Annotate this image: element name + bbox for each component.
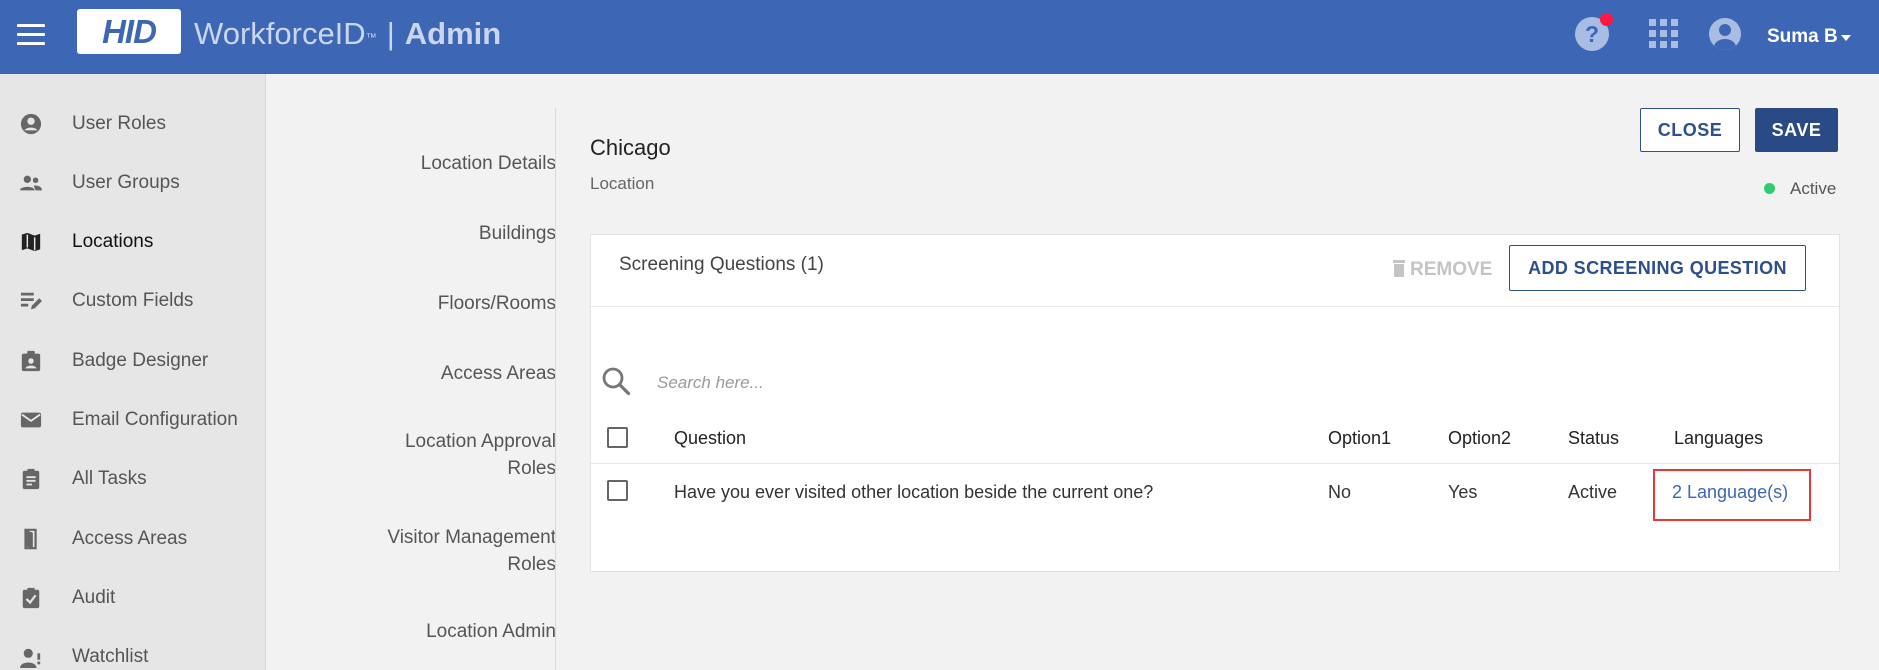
location-subnav: Location Details Buildings Floors/Rooms … [266,74,556,670]
row-checkbox[interactable] [607,480,628,501]
top-bar: HID WorkforceID™ | Admin ? Suma B [0,0,1879,74]
caret-down-icon[interactable] [1841,35,1851,41]
sidebar-item-access-areas[interactable]: Access Areas [0,518,266,558]
sidebar-item-label: Email Configuration [72,409,238,430]
search-input[interactable] [657,369,1217,397]
table-header-divider [591,463,1839,464]
account-circle-icon [20,113,42,135]
hid-logo: HID [77,9,181,54]
subnav-floors-rooms[interactable]: Floors/Rooms [286,290,556,317]
column-header-question[interactable]: Question [674,426,746,450]
sidebar-item-user-groups[interactable]: User Groups [0,162,266,202]
search-icon [602,367,631,396]
logo-text: HID [102,13,157,50]
subnav-divider [555,108,556,670]
status-indicator [1764,183,1775,194]
user-menu[interactable]: Suma B [1767,24,1838,50]
sidebar-item-label: Locations [72,231,154,252]
badge-icon [21,350,41,372]
remove-button[interactable]: REMOVE [1393,257,1492,283]
sidebar-item-user-roles[interactable]: User Roles [0,103,266,143]
sidebar-item-label: User Groups [72,172,180,193]
sidebar-item-badge-designer[interactable]: Badge Designer [0,340,266,380]
sidebar-item-label: All Tasks [72,468,147,489]
sidebar-item-custom-fields[interactable]: Custom Fields [0,280,266,320]
subnav-access-areas[interactable]: Access Areas [286,360,556,387]
column-header-languages[interactable]: Languages [1674,426,1763,450]
map-icon [21,232,41,252]
sidebar-item-label: Badge Designer [72,350,209,371]
sidebar-item-label: Watchlist [72,646,149,667]
option2-cell: Yes [1448,482,1478,502]
trash-icon [1393,260,1405,277]
status-badge: Active [1790,179,1837,198]
door-icon [24,528,37,550]
subnav-visitor-management-roles[interactable]: Visitor Management Roles [366,524,556,578]
clipboard-icon [22,468,40,490]
question-cell: Have you ever visited other location bes… [674,482,1154,502]
brand-separator: | [386,16,395,51]
sidebar: User Roles User Groups Locations Custom … [0,74,266,670]
audit-check-icon [22,587,40,609]
subnav-buildings[interactable]: Buildings [286,220,556,247]
close-button[interactable]: CLOSE [1640,108,1740,152]
subnav-location-approval-roles[interactable]: Location Approval Roles [366,428,556,482]
card-title: Screening Questions (1) [619,254,824,275]
sidebar-item-locations[interactable]: Locations [0,221,266,261]
account-circle-icon[interactable] [1709,18,1741,50]
sidebar-item-all-tasks[interactable]: All Tasks [0,458,266,498]
edit-note-icon [20,292,42,310]
subnav-location-admin[interactable]: Location Admin [286,618,556,645]
menu-icon[interactable] [17,24,45,46]
app-brand: WorkforceID™ | Admin [194,14,501,54]
sidebar-item-email-configuration[interactable]: Email Configuration [0,399,266,439]
screening-questions-card: Screening Questions (1) REMOVE ADD SCREE… [590,234,1840,572]
brand-name: WorkforceID [194,16,366,51]
brand-section: Admin [404,16,502,51]
apps-grid-icon[interactable] [1649,19,1679,49]
email-icon [20,412,42,428]
column-header-status[interactable]: Status [1568,426,1619,450]
people-icon [20,175,42,191]
sidebar-item-label: Access Areas [72,528,188,549]
sidebar-item-label: Custom Fields [72,290,194,311]
status-cell: Active [1568,482,1618,502]
sidebar-item-label: User Roles [72,113,166,134]
sidebar-item-watchlist[interactable]: Watchlist [0,636,266,670]
notification-dot [1600,13,1613,26]
page-subtitle: Location [590,174,655,193]
sidebar-item-audit[interactable]: Audit [0,577,266,617]
person-watch-icon [20,648,41,668]
languages-link[interactable]: 2 Language(s) [1672,480,1788,504]
add-screening-question-button[interactable]: ADD SCREENING QUESTION [1509,245,1806,291]
brand-trademark: ™ [365,32,377,44]
remove-label: REMOVE [1410,259,1493,280]
subnav-location-details[interactable]: Location Details [286,150,556,177]
select-all-checkbox[interactable] [607,427,628,448]
column-header-option2[interactable]: Option2 [1448,426,1511,450]
sidebar-item-label: Audit [72,587,116,608]
card-header-divider [591,306,1839,307]
page-title: Chicago [590,135,671,160]
save-button[interactable]: SAVE [1755,108,1838,152]
column-header-option1[interactable]: Option1 [1328,426,1391,450]
option1-cell: No [1328,482,1352,502]
